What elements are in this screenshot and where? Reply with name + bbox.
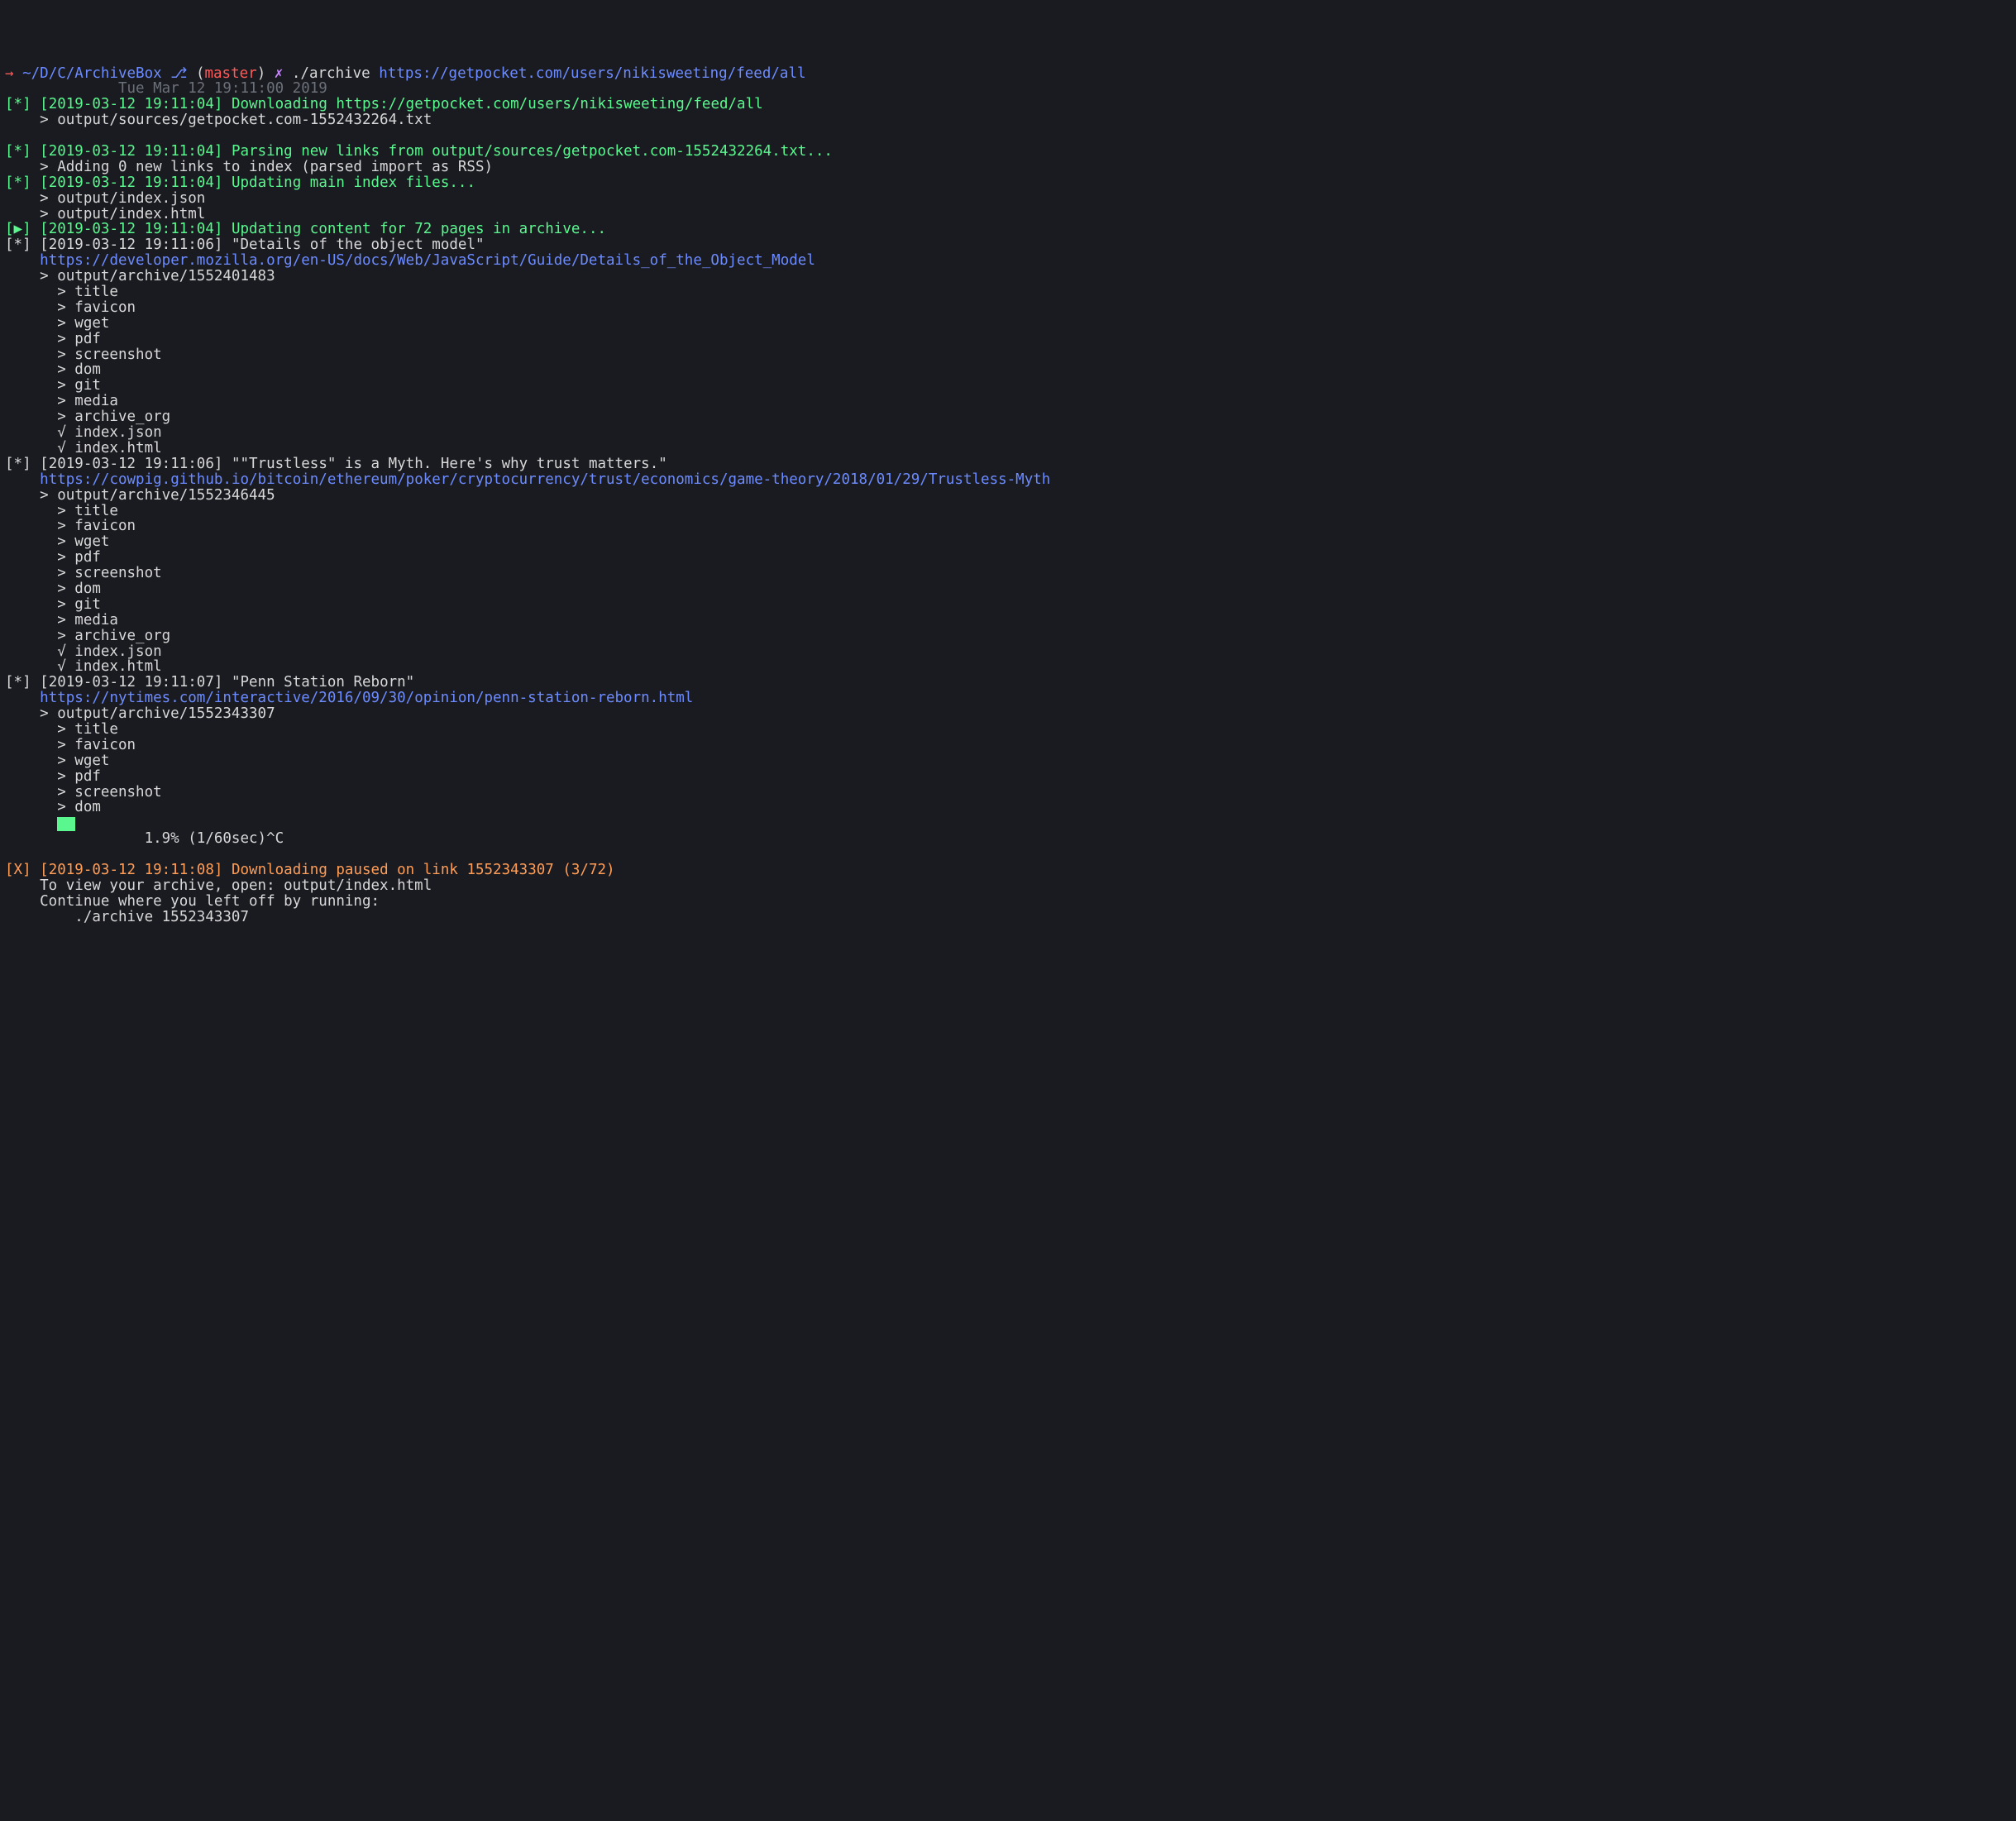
task-line: > dom bbox=[5, 362, 2011, 378]
task-line: > title bbox=[5, 722, 2011, 738]
page-url: https://developer.mozilla.org/en-US/docs… bbox=[5, 253, 2011, 269]
paused-resume-cmd: ./archive 1552343307 bbox=[5, 910, 2011, 925]
status-detail: > output/index.json bbox=[5, 191, 2011, 207]
task-line: > pdf bbox=[5, 769, 2011, 785]
task-line: √ index.html bbox=[5, 441, 2011, 456]
wall-clock: Tue Mar 12 19:11:00 2019 bbox=[5, 81, 2011, 97]
task-line: > wget bbox=[5, 753, 2011, 769]
task-line: > title bbox=[5, 504, 2011, 519]
progress-line: 1.9% (1/60sec)^C bbox=[5, 831, 2011, 847]
status-detail: > Adding 0 new links to index (parsed im… bbox=[5, 160, 2011, 175]
status-detail: > output/index.html bbox=[5, 207, 2011, 222]
paused-hint: Continue where you left off by running: bbox=[5, 894, 2011, 910]
status-line: [*] [2019-03-12 19:11:04] Parsing new li… bbox=[5, 144, 2011, 160]
task-line: > wget bbox=[5, 316, 2011, 332]
page-url: https://nytimes.com/interactive/2016/09/… bbox=[5, 691, 2011, 706]
task-line: > pdf bbox=[5, 550, 2011, 566]
task-line: > git bbox=[5, 378, 2011, 394]
task-line: √ index.html bbox=[5, 659, 2011, 675]
page-output-dir: > output/archive/1552346445 bbox=[5, 488, 2011, 504]
task-line: > title bbox=[5, 284, 2011, 300]
page-header: [*] [2019-03-12 19:11:06] "Details of th… bbox=[5, 237, 2011, 253]
cursor-line bbox=[5, 815, 2011, 831]
page-url: https://cowpig.github.io/bitcoin/ethereu… bbox=[5, 472, 2011, 488]
task-line: > favicon bbox=[5, 738, 2011, 753]
task-line: > media bbox=[5, 613, 2011, 629]
status-line: [▶] [2019-03-12 19:11:04] Updating conte… bbox=[5, 222, 2011, 237]
task-line: > screenshot bbox=[5, 347, 2011, 363]
task-line: > media bbox=[5, 394, 2011, 409]
status-line: [*] [2019-03-12 19:11:04] Updating main … bbox=[5, 175, 2011, 191]
page-header: [*] [2019-03-12 19:11:06] ""Trustless" i… bbox=[5, 456, 2011, 472]
page-header: [*] [2019-03-12 19:11:07] "Penn Station … bbox=[5, 675, 2011, 691]
task-line: > screenshot bbox=[5, 566, 2011, 581]
task-line: > pdf bbox=[5, 332, 2011, 347]
task-line: > screenshot bbox=[5, 785, 2011, 801]
status-detail: > output/sources/getpocket.com-155243226… bbox=[5, 112, 2011, 128]
task-line: √ index.json bbox=[5, 644, 2011, 660]
terminal-output: → ~/D/C/ArchiveBox ⎇ (master) ✗ ./archiv… bbox=[5, 66, 2011, 925]
task-line: > dom bbox=[5, 800, 2011, 815]
page-output-dir: > output/archive/1552401483 bbox=[5, 269, 2011, 284]
shell-prompt: → ~/D/C/ArchiveBox ⎇ (master) ✗ ./archiv… bbox=[5, 66, 2011, 82]
paused-hint: To view your archive, open: output/index… bbox=[5, 878, 2011, 894]
task-line: > archive_org bbox=[5, 409, 2011, 425]
task-line: > archive_org bbox=[5, 629, 2011, 644]
task-line: > wget bbox=[5, 534, 2011, 550]
task-line: > dom bbox=[5, 581, 2011, 597]
cursor-block bbox=[57, 817, 75, 832]
task-line: √ index.json bbox=[5, 425, 2011, 441]
task-line: > favicon bbox=[5, 519, 2011, 534]
paused-header: [X] [2019-03-12 19:11:08] Downloading pa… bbox=[5, 863, 2011, 878]
task-line: > git bbox=[5, 597, 2011, 613]
status-line: [*] [2019-03-12 19:11:04] Downloading ht… bbox=[5, 97, 2011, 112]
page-output-dir: > output/archive/1552343307 bbox=[5, 706, 2011, 722]
task-line: > favicon bbox=[5, 300, 2011, 316]
